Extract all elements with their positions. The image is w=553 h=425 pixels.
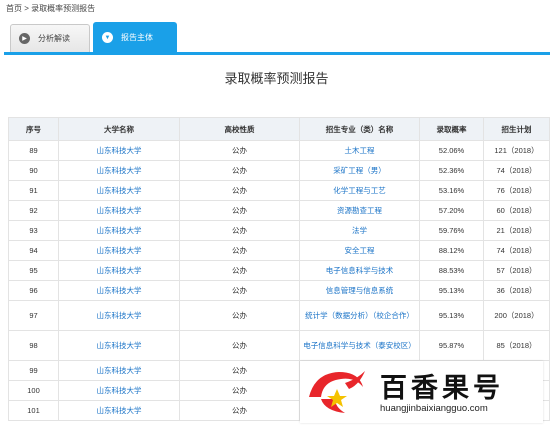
header-index: 序号	[8, 117, 59, 141]
table-row: 96 山东科技大学 公办 信息管理与信息系统 95.13% 36（2018）	[8, 280, 550, 301]
cell-index: 95	[8, 260, 59, 281]
cell-major[interactable]: 统计学（数据分析）（校企合作）	[299, 300, 420, 331]
cell-school-type: 公办	[179, 260, 300, 281]
header-school-type: 高校性质	[179, 117, 300, 141]
cell-index: 96	[8, 280, 59, 301]
watermark-url: huangjinbaixiangguo.com	[380, 403, 488, 414]
table-row: 91 山东科技大学 公办 化学工程与工艺 53.16% 76（2018）	[8, 180, 550, 201]
cell-index: 100	[8, 380, 59, 401]
cell-major[interactable]: 采矿工程（男）	[299, 160, 420, 181]
cell-university[interactable]: 山东科技大学	[58, 180, 180, 201]
cell-plan: 200（2018）	[483, 300, 550, 331]
cell-school-type: 公办	[179, 220, 300, 241]
table-row: 98 山东科技大学 公办 电子信息科学与技术（泰安校区） 95.87% 85（2018）	[8, 330, 550, 361]
cell-university[interactable]: 山东科技大学	[58, 280, 180, 301]
table-row: 93 山东科技大学 公办 法学 59.76% 21（2018）	[8, 220, 550, 241]
table-header-row: 序号 大学名称 高校性质 招生专业（类）名称 录取概率 招生计划	[8, 117, 550, 141]
cell-school-type: 公办	[179, 380, 300, 401]
cell-university[interactable]: 山东科技大学	[58, 160, 180, 181]
cell-probability: 88.53%	[419, 260, 484, 281]
cell-plan: 21（2018）	[483, 220, 550, 241]
cell-school-type: 公办	[179, 200, 300, 221]
cell-major[interactable]: 电子信息科学与技术（泰安校区）	[299, 330, 420, 361]
cell-major[interactable]: 化学工程与工艺	[299, 180, 420, 201]
cell-school-type: 公办	[179, 160, 300, 181]
cell-university[interactable]: 山东科技大学	[58, 260, 180, 281]
cell-plan: 57（2018）	[483, 260, 550, 281]
tab-analysis[interactable]: ▶ 分析解读	[10, 24, 90, 52]
table-row: 92 山东科技大学 公办 资源勘查工程 57.20% 60（2018）	[8, 200, 550, 221]
header-university: 大学名称	[58, 117, 180, 141]
cell-probability: 52.06%	[419, 140, 484, 161]
table-row: 95 山东科技大学 公办 电子信息科学与技术 88.53% 57（2018）	[8, 260, 550, 281]
page-title: 录取概率预测报告	[224, 71, 329, 86]
cell-university[interactable]: 山东科技大学	[58, 330, 180, 361]
table-row: 94 山东科技大学 公办 安全工程 88.12% 74（2018）	[8, 240, 550, 261]
table-row: 97 山东科技大学 公办 统计学（数据分析）（校企合作） 95.13% 200（2018）	[8, 300, 550, 331]
cell-index: 89	[8, 140, 59, 161]
tab-analysis-label: 分析解读	[38, 34, 70, 43]
table-row: 90 山东科技大学 公办 采矿工程（男） 52.36% 74（2018）	[8, 160, 550, 181]
cell-index: 91	[8, 180, 59, 201]
cell-probability: 57.20%	[419, 200, 484, 221]
chevron-down-icon: ▼	[102, 32, 113, 43]
cell-major[interactable]: 电子信息科学与技术	[299, 260, 420, 281]
cell-university[interactable]: 山东科技大学	[58, 240, 180, 261]
cell-school-type: 公办	[179, 240, 300, 261]
cell-plan: 76（2018）	[483, 180, 550, 201]
cell-probability: 95.13%	[419, 280, 484, 301]
tab-report-body-label: 报告主体	[121, 33, 153, 42]
cell-index: 94	[8, 240, 59, 261]
cell-university[interactable]: 山东科技大学	[58, 380, 180, 401]
cell-university[interactable]: 山东科技大学	[58, 300, 180, 331]
cell-index: 99	[8, 360, 59, 381]
cell-university[interactable]: 山东科技大学	[58, 220, 180, 241]
cell-index: 90	[8, 160, 59, 181]
play-icon: ▶	[19, 33, 30, 44]
tab-bar: ▶ 分析解读 ▼ 报告主体	[4, 20, 550, 55]
cell-plan: 74（2018）	[483, 160, 550, 181]
cell-plan: 36（2018）	[483, 280, 550, 301]
cell-probability: 95.13%	[419, 300, 484, 331]
cell-university[interactable]: 山东科技大学	[58, 200, 180, 221]
cell-probability: 59.76%	[419, 220, 484, 241]
cell-university[interactable]: 山东科技大学	[58, 400, 180, 421]
cell-university[interactable]: 山东科技大学	[58, 360, 180, 381]
tab-report-body[interactable]: ▼ 报告主体	[93, 22, 177, 52]
cell-school-type: 公办	[179, 140, 300, 161]
watermark-banner: 百香果号 huangjinbaixiangguo.com	[300, 361, 543, 423]
watermark-brand: 百香果号	[380, 373, 504, 404]
cell-school-type: 公办	[179, 360, 300, 381]
cell-school-type: 公办	[179, 330, 300, 361]
breadcrumb[interactable]: 首页 > 录取概率预测报告	[6, 3, 95, 14]
header-plan: 招生计划	[483, 117, 550, 141]
cell-major[interactable]: 资源勘查工程	[299, 200, 420, 221]
cell-probability: 52.36%	[419, 160, 484, 181]
cell-index: 93	[8, 220, 59, 241]
cell-index: 98	[8, 330, 59, 361]
cell-major[interactable]: 信息管理与信息系统	[299, 280, 420, 301]
cell-school-type: 公办	[179, 300, 300, 331]
cell-school-type: 公办	[179, 280, 300, 301]
cell-school-type: 公办	[179, 180, 300, 201]
cell-probability: 95.87%	[419, 330, 484, 361]
cell-plan: 60（2018）	[483, 200, 550, 221]
cell-plan: 121（2018）	[483, 140, 550, 161]
phoenix-logo-icon	[309, 371, 365, 413]
cell-plan: 85（2018）	[483, 330, 550, 361]
cell-school-type: 公办	[179, 400, 300, 421]
cell-plan: 74（2018）	[483, 240, 550, 261]
cell-index: 97	[8, 300, 59, 331]
cell-index: 92	[8, 200, 59, 221]
cell-index: 101	[8, 400, 59, 421]
header-major: 招生专业（类）名称	[299, 117, 420, 141]
cell-university[interactable]: 山东科技大学	[58, 140, 180, 161]
cell-probability: 53.16%	[419, 180, 484, 201]
header-probability: 录取概率	[419, 117, 484, 141]
cell-probability: 88.12%	[419, 240, 484, 261]
cell-major[interactable]: 安全工程	[299, 240, 420, 261]
table-row: 89 山东科技大学 公办 土木工程 52.06% 121（2018）	[8, 140, 550, 161]
cell-major[interactable]: 法学	[299, 220, 420, 241]
cell-major[interactable]: 土木工程	[299, 140, 420, 161]
